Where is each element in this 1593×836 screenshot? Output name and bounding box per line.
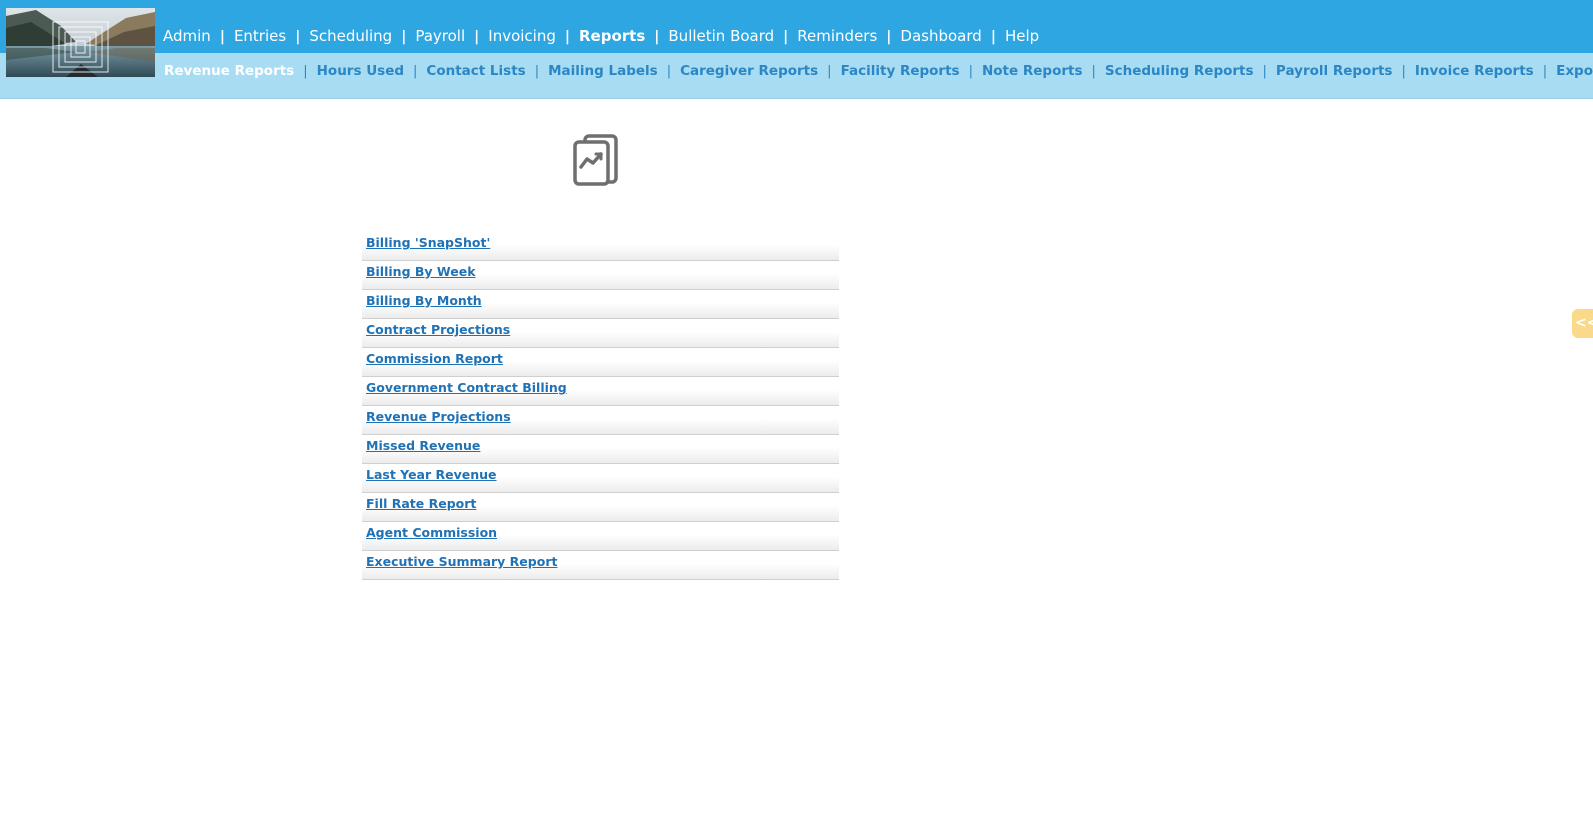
nav-separator: | (295, 29, 301, 45)
subnav-separator: | (1542, 64, 1548, 79)
subnav-item-caregiver-reports[interactable]: Caregiver Reports (680, 63, 818, 79)
nav-item-payroll[interactable]: Payroll (415, 27, 465, 45)
report-link-billing-snapshot[interactable]: Billing 'SnapShot' (366, 235, 490, 250)
list-item: Billing 'SnapShot' (362, 232, 839, 261)
subnav-item-invoice-reports[interactable]: Invoice Reports (1415, 63, 1534, 79)
subnav-item-hours-used[interactable]: Hours Used (317, 63, 404, 79)
report-link-agent-commission[interactable]: Agent Commission (366, 525, 497, 540)
list-item: Contract Projections (362, 319, 839, 348)
nav-item-help[interactable]: Help (1005, 27, 1039, 45)
side-panel-toggle-button[interactable]: << (1572, 309, 1593, 338)
subnav-separator: | (968, 64, 973, 79)
subnav-separator: | (666, 64, 672, 79)
subnav-separator: | (303, 64, 308, 79)
mountain-lake-logo[interactable] (6, 8, 155, 77)
report-link-missed-revenue[interactable]: Missed Revenue (366, 438, 480, 453)
list-item: Billing By Week (362, 261, 839, 290)
subnav-item-scheduling-reports[interactable]: Scheduling Reports (1105, 63, 1254, 79)
subnav-item-facility-reports[interactable]: Facility Reports (841, 63, 960, 79)
list-item: Billing By Month (362, 290, 839, 319)
report-link-contract-projections[interactable]: Contract Projections (366, 322, 510, 337)
list-item: Agent Commission (362, 522, 839, 551)
nav-item-reports[interactable]: Reports (579, 27, 645, 45)
list-item: Last Year Revenue (362, 464, 839, 493)
nav-separator: | (474, 29, 480, 45)
list-item: Missed Revenue (362, 435, 839, 464)
subnav-item-export[interactable]: Export/ (1556, 63, 1593, 79)
nav-item-bulletin-board[interactable]: Bulletin Board (668, 27, 774, 45)
list-item: Commission Report (362, 348, 839, 377)
nav-item-dashboard[interactable]: Dashboard (900, 27, 981, 45)
list-item: Government Contract Billing (362, 377, 839, 406)
nav-item-scheduling[interactable]: Scheduling (309, 27, 392, 45)
main-nav: Admin | Entries | Scheduling | Payroll | Invoici… (163, 27, 1039, 46)
nav-separator: | (886, 29, 892, 45)
subnav-separator: | (1262, 64, 1267, 79)
report-link-government-contract-billing[interactable]: Government Contract Billing (366, 380, 567, 395)
list-item: Executive Summary Report (362, 551, 839, 580)
nav-separator: | (219, 29, 225, 45)
list-item: Fill Rate Report (362, 493, 839, 522)
nav-item-invoicing[interactable]: Invoicing (488, 27, 556, 45)
sub-nav: Revenue Reports | Hours Used | Contact Lists… (164, 63, 1593, 80)
subnav-separator: | (827, 64, 832, 79)
subnav-separator: | (1401, 64, 1406, 79)
report-link-last-year-revenue[interactable]: Last Year Revenue (366, 467, 497, 482)
subnav-item-payroll-reports[interactable]: Payroll Reports (1276, 63, 1393, 79)
nav-item-admin[interactable]: Admin (163, 27, 211, 45)
report-link-executive-summary-report[interactable]: Executive Summary Report (366, 554, 557, 569)
report-link-revenue-projections[interactable]: Revenue Projections (366, 409, 511, 424)
report-link-commission-report[interactable]: Commission Report (366, 351, 503, 366)
subnav-separator: | (413, 64, 418, 79)
list-item: Revenue Projections (362, 406, 839, 435)
nav-item-entries[interactable]: Entries (234, 27, 286, 45)
subnav-separator: | (534, 64, 540, 79)
nav-item-reminders[interactable]: Reminders (797, 27, 877, 45)
nav-separator: | (401, 29, 407, 45)
subnav-separator: | (1091, 64, 1096, 79)
subnav-item-revenue-reports[interactable]: Revenue Reports (164, 63, 294, 79)
nav-separator: | (990, 29, 996, 45)
subnav-item-contact-lists[interactable]: Contact Lists (426, 63, 525, 79)
report-link-fill-rate-report[interactable]: Fill Rate Report (366, 496, 476, 511)
subnav-item-mailing-labels[interactable]: Mailing Labels (548, 63, 658, 79)
report-chart-icon (572, 134, 620, 186)
revenue-report-list: Billing 'SnapShot' Billing By Week Billi… (362, 232, 839, 580)
report-link-billing-by-month[interactable]: Billing By Month (366, 293, 482, 308)
nav-separator: | (783, 29, 789, 45)
nav-separator: | (564, 29, 570, 45)
report-link-billing-by-week[interactable]: Billing By Week (366, 264, 476, 279)
subnav-item-note-reports[interactable]: Note Reports (982, 63, 1083, 79)
nav-separator: | (654, 29, 660, 45)
